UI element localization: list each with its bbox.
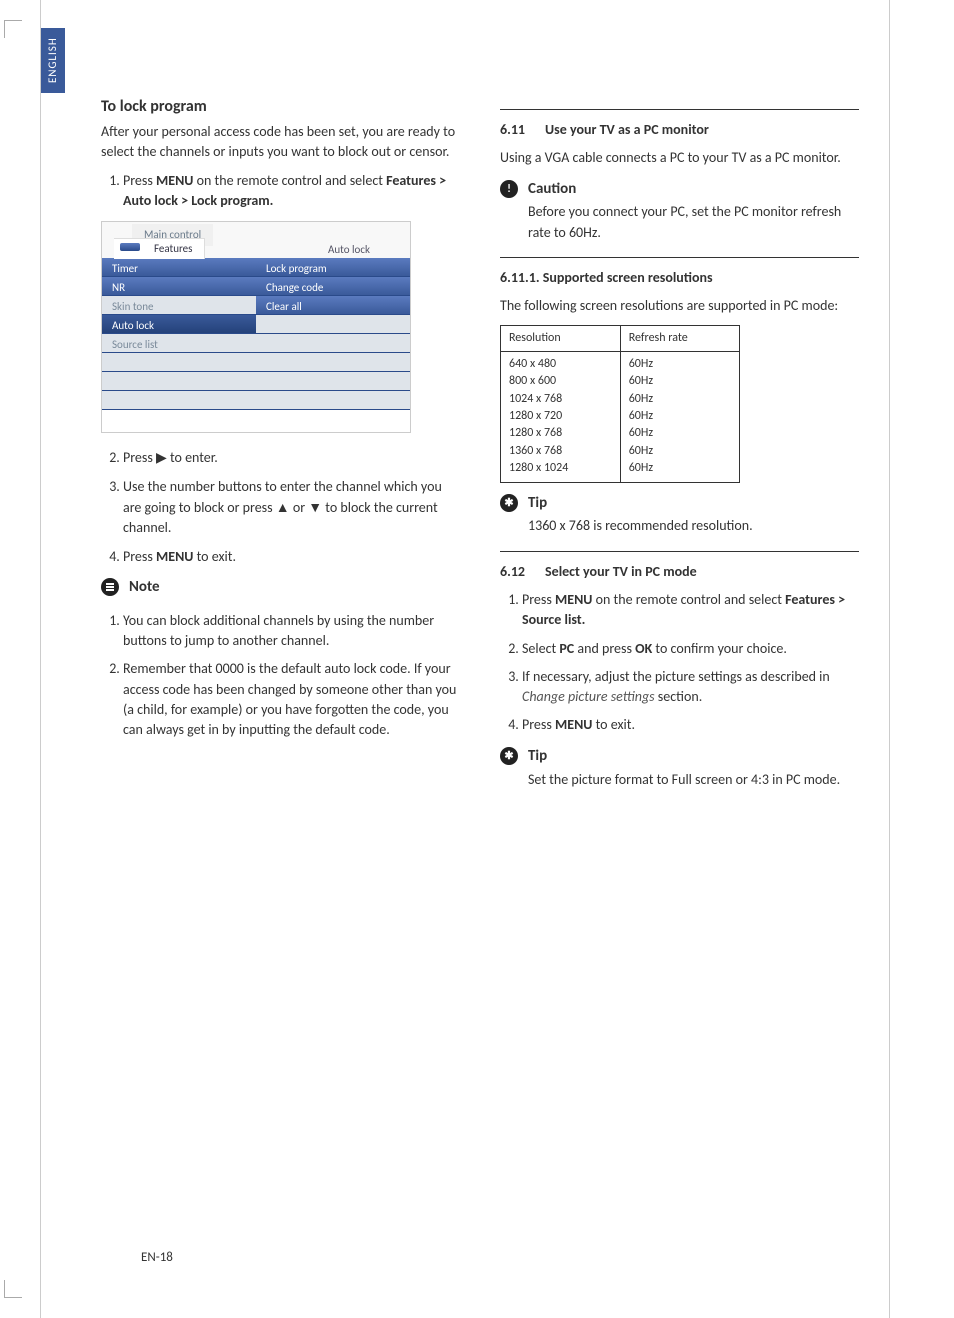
pc-step-4: Press MENU to exit. bbox=[522, 715, 859, 735]
page-number: EN-18 bbox=[141, 1249, 173, 1268]
right-arrow-icon: ▶ bbox=[156, 449, 167, 465]
tip-body: 1360 x 768 is recommended resolution. bbox=[528, 516, 859, 536]
left-title: To lock program bbox=[101, 95, 460, 118]
osd-right-col: Lock program Change code Clear all bbox=[256, 258, 410, 410]
section-6-11-1-body: The following screen resolutions are sup… bbox=[500, 296, 859, 316]
lock-steps-2: Press ▶ to enter. Use the number buttons… bbox=[101, 447, 460, 566]
left-column: To lock program After your personal acce… bbox=[101, 95, 460, 800]
table-cell: 60Hz 60Hz 60Hz 60Hz 60Hz 60Hz 60Hz bbox=[620, 351, 739, 482]
table-cell: 640 x 480 800 x 600 1024 x 768 1280 x 72… bbox=[501, 351, 621, 482]
crop-mark-top-left bbox=[4, 20, 22, 38]
section-6-11-1-heading: 6.11.1. Supported screen resolutions bbox=[500, 268, 859, 288]
section-6-12-heading: 6.12 Select your TV in PC mode bbox=[500, 562, 859, 582]
tip-icon: ✱ bbox=[500, 494, 518, 512]
caution-body: Before you connect your PC, set the PC m… bbox=[528, 202, 859, 243]
osd-left-item-selected: Auto lock bbox=[102, 315, 256, 334]
osd-left-item bbox=[102, 372, 256, 391]
step-4: Press MENU to exit. bbox=[123, 547, 460, 567]
pc-step-2: Select PC and press OK to confirm your c… bbox=[522, 639, 859, 659]
step-2: Press ▶ to enter. bbox=[123, 447, 460, 468]
step-3: Use the number buttons to enter the chan… bbox=[123, 477, 460, 539]
osd-right-item bbox=[256, 391, 410, 410]
osd-right-item: Change code bbox=[256, 277, 410, 296]
osd-left-item bbox=[102, 353, 256, 372]
osd-right-item bbox=[256, 372, 410, 391]
caution-icon: ! bbox=[500, 180, 518, 198]
osd-left-item: Source list bbox=[102, 334, 256, 353]
osd-left-col: Timer NR Skin tone Auto lock Source list bbox=[102, 258, 256, 410]
osd-left-item: Timer bbox=[102, 258, 256, 277]
section-6-11-heading: 6.11 Use your TV as a PC monitor bbox=[500, 120, 859, 140]
step-1: Press MENU on the remote control and sel… bbox=[123, 171, 460, 212]
osd-right-item bbox=[256, 353, 410, 372]
right-column: 6.11 Use your TV as a PC monitor Using a… bbox=[500, 95, 859, 800]
table-header-refresh: Refresh rate bbox=[620, 325, 739, 351]
tip-title: Tip bbox=[528, 493, 859, 515]
osd-left-item bbox=[102, 391, 256, 410]
divider bbox=[500, 551, 859, 552]
tip-title: Tip bbox=[528, 746, 859, 768]
resolution-table: Resolution Refresh rate 640 x 480 800 x … bbox=[500, 325, 740, 483]
page-content: ENGLISH To lock program After your perso… bbox=[40, 0, 890, 1318]
divider bbox=[500, 257, 859, 258]
note-callout: Note bbox=[101, 577, 460, 601]
osd-right-item bbox=[256, 334, 410, 353]
osd-head-right: Auto lock bbox=[328, 242, 370, 258]
tip-icon: ✱ bbox=[500, 747, 518, 765]
osd-left-item: Skin tone bbox=[102, 296, 256, 315]
osd-tab-features: Features bbox=[114, 238, 205, 259]
osd-right-item: Clear all bbox=[256, 296, 410, 315]
note-list: You can block additional channels by usi… bbox=[101, 611, 460, 741]
up-arrow-icon: ▲ bbox=[276, 499, 290, 515]
osd-right-item bbox=[256, 315, 410, 334]
pc-step-3: If necessary, adjust the picture setting… bbox=[522, 667, 859, 708]
pc-mode-steps: Press MENU on the remote control and sel… bbox=[500, 590, 859, 736]
table-header-resolution: Resolution bbox=[501, 325, 621, 351]
language-tab: ENGLISH bbox=[41, 28, 65, 93]
pc-step-1: Press MENU on the remote control and sel… bbox=[522, 590, 859, 631]
note-item-2: Remember that 0000 is the default auto l… bbox=[123, 659, 460, 740]
note-item-1: You can block additional channels by usi… bbox=[123, 611, 460, 652]
tip-callout-1: ✱ Tip 1360 x 768 is recommended resoluti… bbox=[500, 493, 859, 537]
osd-menu: Main control Features Auto lock Timer NR… bbox=[101, 221, 411, 433]
caution-callout: ! Caution Before you connect your PC, se… bbox=[500, 179, 859, 243]
note-icon bbox=[101, 578, 119, 596]
section-6-11-body: Using a VGA cable connects a PC to your … bbox=[500, 148, 859, 168]
osd-left-item: NR bbox=[102, 277, 256, 296]
note-title: Note bbox=[129, 577, 460, 599]
osd-right-item: Lock program bbox=[256, 258, 410, 277]
crop-mark-bottom-left bbox=[4, 1280, 22, 1298]
tip-body: Set the picture format to Full screen or… bbox=[528, 770, 859, 790]
down-arrow-icon: ▼ bbox=[308, 499, 322, 515]
divider bbox=[500, 109, 859, 110]
left-intro: After your personal access code has been… bbox=[101, 122, 460, 163]
tip-callout-2: ✱ Tip Set the picture format to Full scr… bbox=[500, 746, 859, 790]
lock-steps-1: Press MENU on the remote control and sel… bbox=[101, 171, 460, 212]
caution-title: Caution bbox=[528, 179, 859, 201]
